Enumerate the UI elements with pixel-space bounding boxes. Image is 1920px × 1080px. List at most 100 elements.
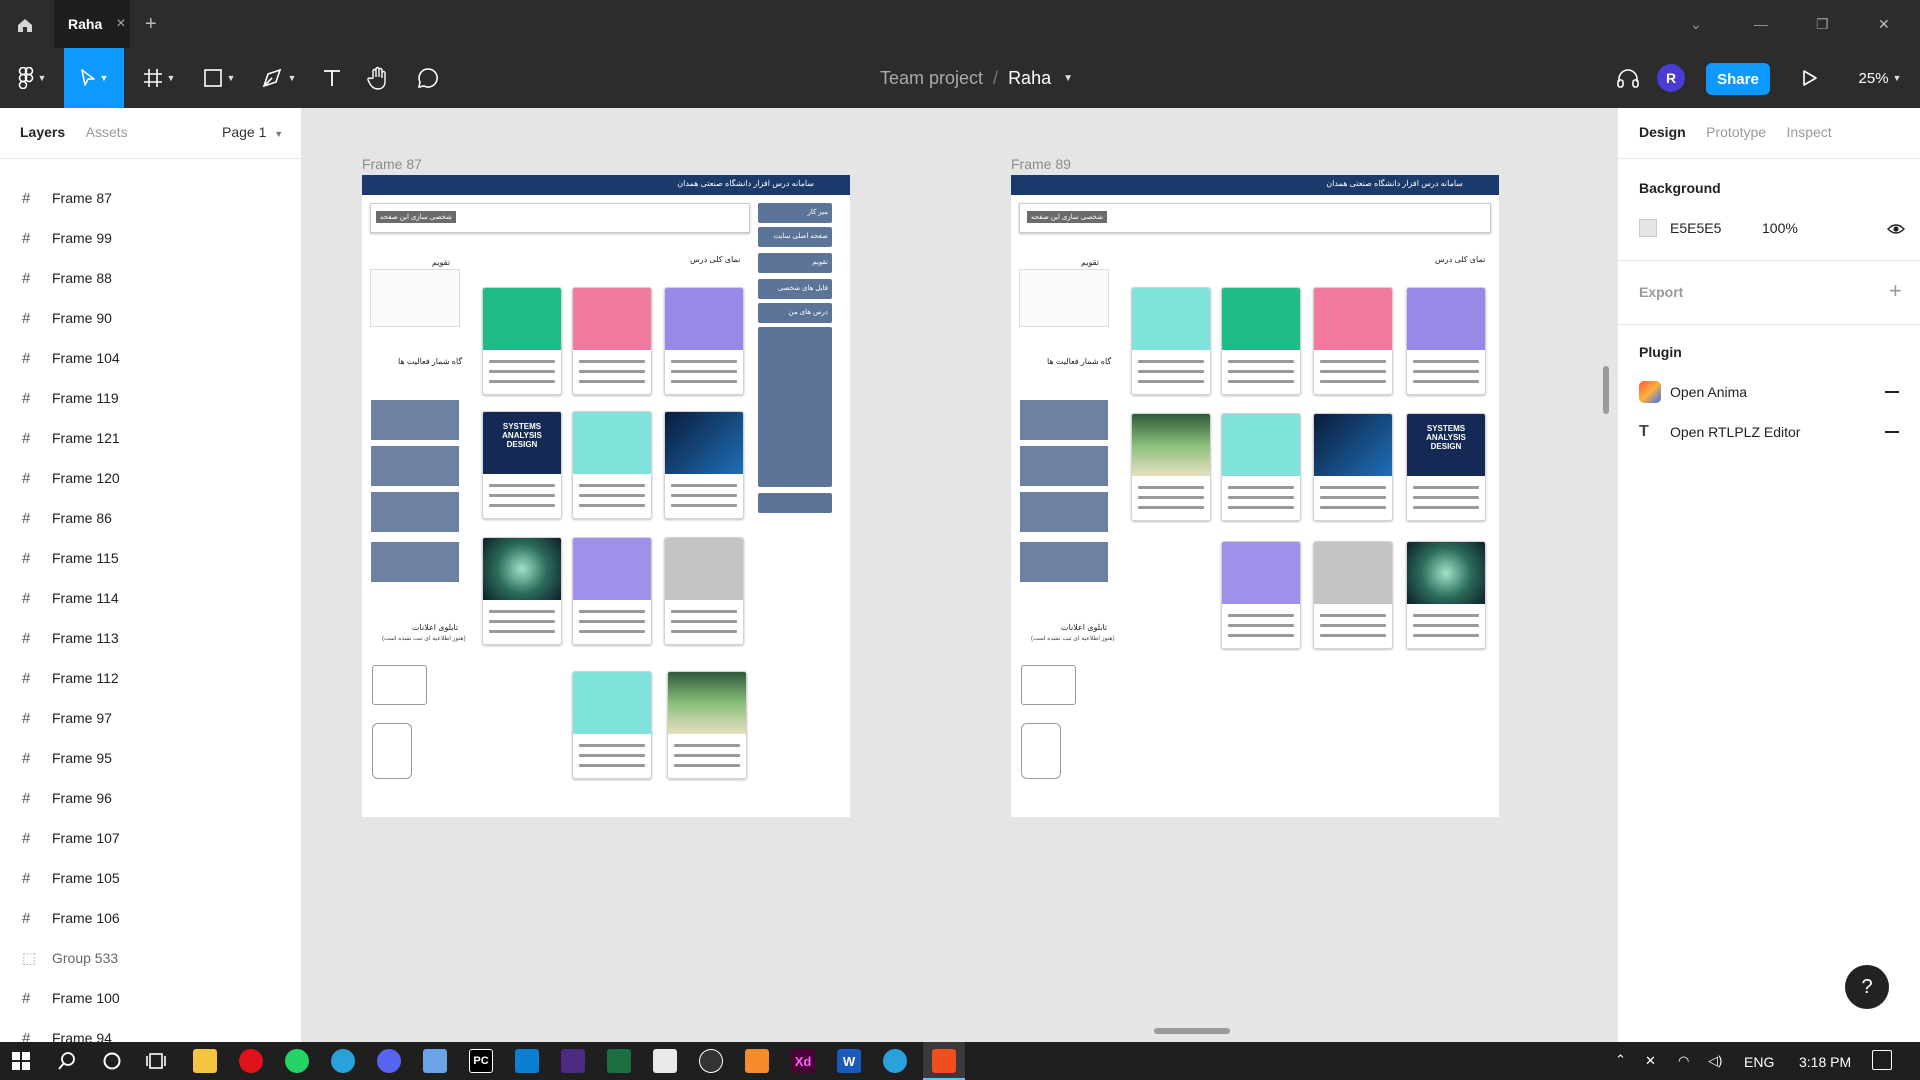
layer-row[interactable]: # Frame 121 [0,418,302,458]
horizontal-scrollbar[interactable] [1154,1028,1230,1034]
layer-row[interactable]: # Frame 120 [0,458,302,498]
layer-row[interactable]: # Frame 86 [0,498,302,538]
discord-icon[interactable] [377,1049,401,1073]
vertical-scrollbar[interactable] [1603,366,1609,414]
frame-tool-button[interactable]: ▼ [136,48,182,108]
layer-row[interactable]: # Frame 90 [0,298,302,338]
site-title: سامانه درس افزار دانشگاه صنعتی همدان [677,179,814,188]
layer-row[interactable]: # Frame 113 [0,618,302,658]
close-window-icon[interactable]: ✕ [1878,0,1890,48]
file-tab[interactable]: Raha × [54,0,130,48]
layer-row[interactable]: # Frame 114 [0,578,302,618]
remove-plugin-icon[interactable] [1885,391,1899,393]
frame-89[interactable]: سامانه درس افزار دانشگاه صنعتی همدان شخص… [1011,175,1499,817]
pycharm-icon[interactable]: PC [469,1049,493,1073]
layer-row[interactable]: # Frame 106 [0,898,302,938]
telegram-icon[interactable] [883,1049,907,1073]
layer-row[interactable]: # Frame 107 [0,818,302,858]
windows-start-icon[interactable] [9,1049,33,1073]
page-selector[interactable]: Page 1 ▼ [222,124,283,140]
share-button[interactable]: Share [1706,63,1770,95]
tab-prototype[interactable]: Prototype [1706,124,1766,140]
close-tab-icon[interactable]: × [116,15,125,33]
layer-row[interactable]: # Frame 104 [0,338,302,378]
background-color-value[interactable]: E5E5E5 [1670,220,1721,236]
search-icon[interactable] [55,1049,79,1073]
text-tool-button[interactable] [312,48,352,108]
layer-row[interactable]: # Frame 88 [0,258,302,298]
word-icon[interactable]: W [837,1049,861,1073]
volume-icon[interactable]: ◁) [1708,1053,1722,1069]
canvas[interactable]: Frame 87 سامانه درس افزار دانشگاه صنعتی … [302,108,1617,1042]
figma-taskbar-button[interactable] [923,1042,965,1080]
layer-row[interactable]: # Frame 100 [0,978,302,1018]
layer-row[interactable]: # Frame 99 [0,218,302,258]
frame-87[interactable]: سامانه درس افزار دانشگاه صنعتی همدان شخص… [362,175,850,817]
shape-tool-button[interactable]: ▼ [196,48,242,108]
help-button[interactable]: ? [1845,965,1889,1009]
frame-87-label[interactable]: Frame 87 [362,156,422,172]
new-tab-icon[interactable]: + [145,0,157,48]
task-view-icon[interactable] [144,1049,168,1073]
chevron-down-icon[interactable]: ⌄ [1690,0,1702,48]
layer-row[interactable]: ⬚ Group 533 [0,938,302,978]
audio-headphones-button[interactable] [1608,48,1648,108]
main-menu-button[interactable]: ▼ [8,48,56,108]
remove-plugin-icon[interactable] [1885,431,1899,433]
plugin-open-anima[interactable]: Open Anima [1639,378,1899,406]
background-opacity[interactable]: 100% [1762,220,1798,236]
app-icon[interactable] [653,1049,677,1073]
layer-row[interactable]: # Frame 119 [0,378,302,418]
tab-design[interactable]: Design [1639,124,1686,140]
cortana-icon[interactable] [100,1049,124,1073]
telegram-icon[interactable] [331,1049,355,1073]
plugin-open-rtlplz[interactable]: T Open RTLPLZ Editor [1639,418,1899,446]
layer-row[interactable]: # Frame 97 [0,698,302,738]
adobe-xd-icon[interactable]: Xd [791,1049,815,1073]
pen-tool-button[interactable]: ▼ [256,48,302,108]
layer-row[interactable]: # Frame 96 [0,778,302,818]
hand-tool-button[interactable] [358,48,398,108]
opera-icon[interactable] [239,1049,263,1073]
layer-name: Frame 120 [52,470,120,486]
app-icon[interactable] [745,1049,769,1073]
zoom-dropdown[interactable]: 25% ▼ [1850,48,1910,108]
wifi-icon[interactable]: ◠ [1678,1053,1689,1069]
file-explorer-icon[interactable] [193,1049,217,1073]
whatsapp-icon[interactable] [285,1049,309,1073]
eye-icon[interactable] [1887,222,1905,240]
breadcrumb-project[interactable]: Team project [880,68,983,89]
notifications-icon[interactable] [1872,1050,1892,1070]
chevron-down-icon[interactable]: ▼ [1063,73,1073,84]
comment-tool-button[interactable] [408,48,448,108]
avatar[interactable]: R [1657,64,1685,92]
present-button[interactable] [1790,48,1830,108]
layer-name: Frame 105 [52,870,120,886]
layer-row[interactable]: # Frame 105 [0,858,302,898]
excel-icon[interactable] [607,1049,631,1073]
frame-89-label[interactable]: Frame 89 [1011,156,1071,172]
tray-chevron-icon[interactable]: ⌃ [1615,1052,1626,1068]
vscode-icon[interactable] [515,1049,539,1073]
layer-row[interactable]: # Frame 112 [0,658,302,698]
background-color-swatch[interactable] [1639,219,1657,237]
tab-assets[interactable]: Assets [86,124,128,140]
breadcrumb-file-name[interactable]: Raha [1008,68,1051,89]
matlab-icon[interactable] [561,1049,585,1073]
restore-icon[interactable]: ❐ [1816,0,1829,48]
frame-icon: # [22,549,31,567]
clock[interactable]: 3:18 PM [1799,1054,1851,1070]
input-language[interactable]: ENG [1744,1054,1774,1070]
tab-layers[interactable]: Layers [20,124,65,140]
layer-row[interactable]: # Frame 115 [0,538,302,578]
tab-inspect[interactable]: Inspect [1787,124,1832,140]
network-icon[interactable]: ✕ [1645,1053,1656,1069]
virtualbox-icon[interactable] [423,1049,447,1073]
layer-row[interactable]: # Frame 95 [0,738,302,778]
add-export-icon[interactable]: + [1889,278,1902,304]
wordpress-icon[interactable] [699,1049,723,1073]
home-icon[interactable] [12,12,38,38]
minimize-icon[interactable]: — [1754,0,1768,48]
layer-row[interactable]: # Frame 87 [0,178,302,218]
move-tool-button[interactable]: ▼ [64,48,124,108]
